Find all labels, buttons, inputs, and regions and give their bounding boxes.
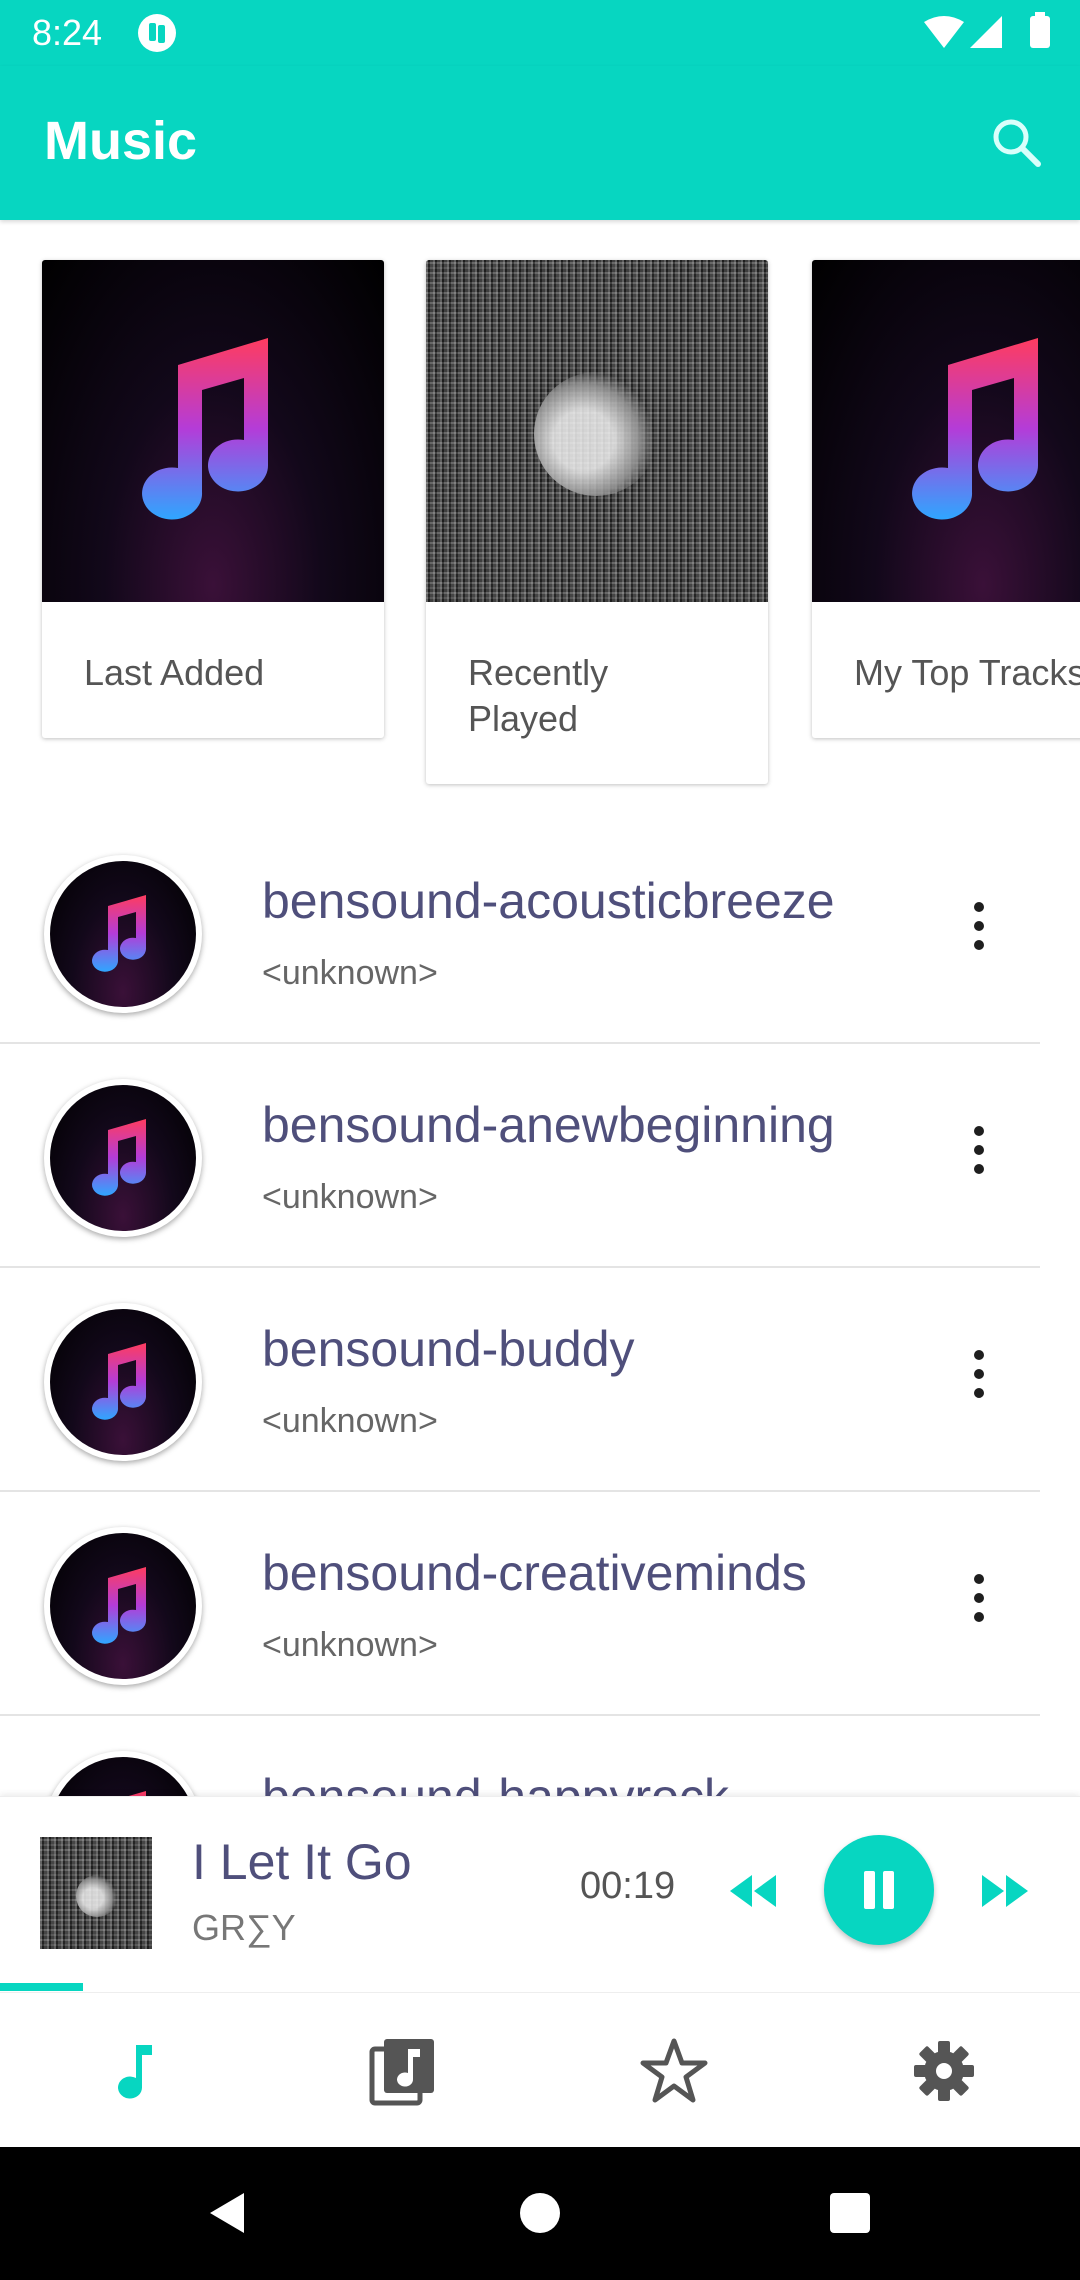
elapsed-time: 00:19 — [580, 1865, 676, 1907]
playback-progress-fill — [0, 1983, 84, 1991]
battery-icon — [1030, 16, 1050, 48]
nav-albums[interactable] — [364, 2031, 444, 2111]
star-icon — [640, 2038, 708, 2103]
bottom-navigation — [0, 1992, 1080, 2147]
music-note-icon — [118, 2045, 152, 2099]
nav-settings[interactable] — [904, 2031, 984, 2111]
song-artist: <unknown> — [262, 1178, 438, 1216]
song-title: bensound-buddy — [262, 1321, 635, 1377]
playlist-card-label: Recently Played — [468, 652, 609, 739]
nav-favorites[interactable] — [634, 2031, 714, 2111]
more-options-icon[interactable] — [962, 1126, 996, 1182]
status-icons — [924, 12, 1050, 48]
playlist-card-my-top-tracks[interactable]: My Top Tracks — [812, 260, 1080, 738]
song-title: bensound-acousticbreeze — [262, 873, 835, 929]
playlist-carousel[interactable]: Last Added Recently Played My Top Tracks — [0, 220, 1080, 820]
song-artwork — [44, 1079, 202, 1237]
music-note-art — [812, 260, 1080, 602]
song-row[interactable]: bensound-acousticbreeze <unknown> — [0, 820, 1040, 1044]
system-navigation-bar — [0, 2147, 1080, 2280]
playlist-card-last-added[interactable]: Last Added — [42, 260, 384, 738]
song-title: bensound-happyrock — [262, 1768, 729, 1796]
more-options-icon[interactable] — [962, 902, 996, 958]
playlist-card-label: Last Added — [84, 652, 265, 693]
song-artwork — [44, 855, 202, 1013]
now-playing-artist: GR∑Y — [192, 1907, 296, 1948]
song-title: bensound-creativeminds — [262, 1545, 807, 1601]
recent-apps-icon[interactable] — [830, 2193, 870, 2233]
song-artist: <unknown> — [262, 1626, 438, 1664]
app-bar: Music — [0, 66, 1080, 220]
rewind-icon[interactable] — [724, 1863, 780, 1919]
song-artwork — [44, 1751, 202, 1796]
pause-button[interactable] — [824, 1835, 934, 1945]
now-playing-album-art — [40, 1837, 152, 1949]
gear-icon — [914, 2041, 974, 2101]
status-bar: 8:24 — [0, 0, 1080, 66]
song-row[interactable]: bensound-anewbeginning <unknown> — [0, 1044, 1040, 1268]
search-icon[interactable] — [980, 106, 1052, 178]
now-playing-title: I Let It Go — [192, 1834, 412, 1890]
cellular-icon — [970, 16, 1002, 48]
pause-icon — [864, 1871, 875, 1909]
wifi-icon — [924, 16, 964, 48]
song-artist: <unknown> — [262, 954, 438, 992]
retro-noise-art — [426, 260, 768, 602]
song-artwork — [44, 1303, 202, 1461]
nav-songs[interactable] — [94, 2031, 174, 2111]
song-list[interactable]: bensound-acousticbreeze <unknown> bensound… — [0, 820, 1040, 1796]
status-time: 8:24 — [32, 12, 103, 53]
playlist-card-recently-played[interactable]: Recently Played — [426, 260, 768, 784]
more-options-icon[interactable] — [962, 1574, 996, 1630]
playback-progress-bar[interactable] — [0, 1983, 1080, 1991]
playlist-card-label: My Top Tracks — [854, 652, 1080, 693]
song-title: bensound-anewbeginning — [262, 1097, 835, 1153]
song-row[interactable]: bensound-buddy <unknown> — [0, 1268, 1040, 1492]
album-library-icon — [369, 2039, 434, 2106]
home-icon[interactable] — [520, 2193, 560, 2233]
fast-forward-icon[interactable] — [978, 1863, 1034, 1919]
song-row[interactable]: bensound-creativeminds <unknown> — [0, 1492, 1040, 1716]
music-note-art — [42, 260, 384, 602]
notification-app-icon — [138, 14, 176, 52]
more-options-icon[interactable] — [962, 1350, 996, 1406]
song-row[interactable]: bensound-happyrock<unknown> — [0, 1716, 1040, 1796]
mini-player[interactable]: I Let It Go GR∑Y 00:19 — [0, 1796, 1080, 1992]
song-artist: <unknown> — [262, 1402, 438, 1440]
song-artwork — [44, 1527, 202, 1685]
back-icon[interactable] — [200, 2185, 256, 2241]
page-title: Music — [44, 111, 198, 171]
